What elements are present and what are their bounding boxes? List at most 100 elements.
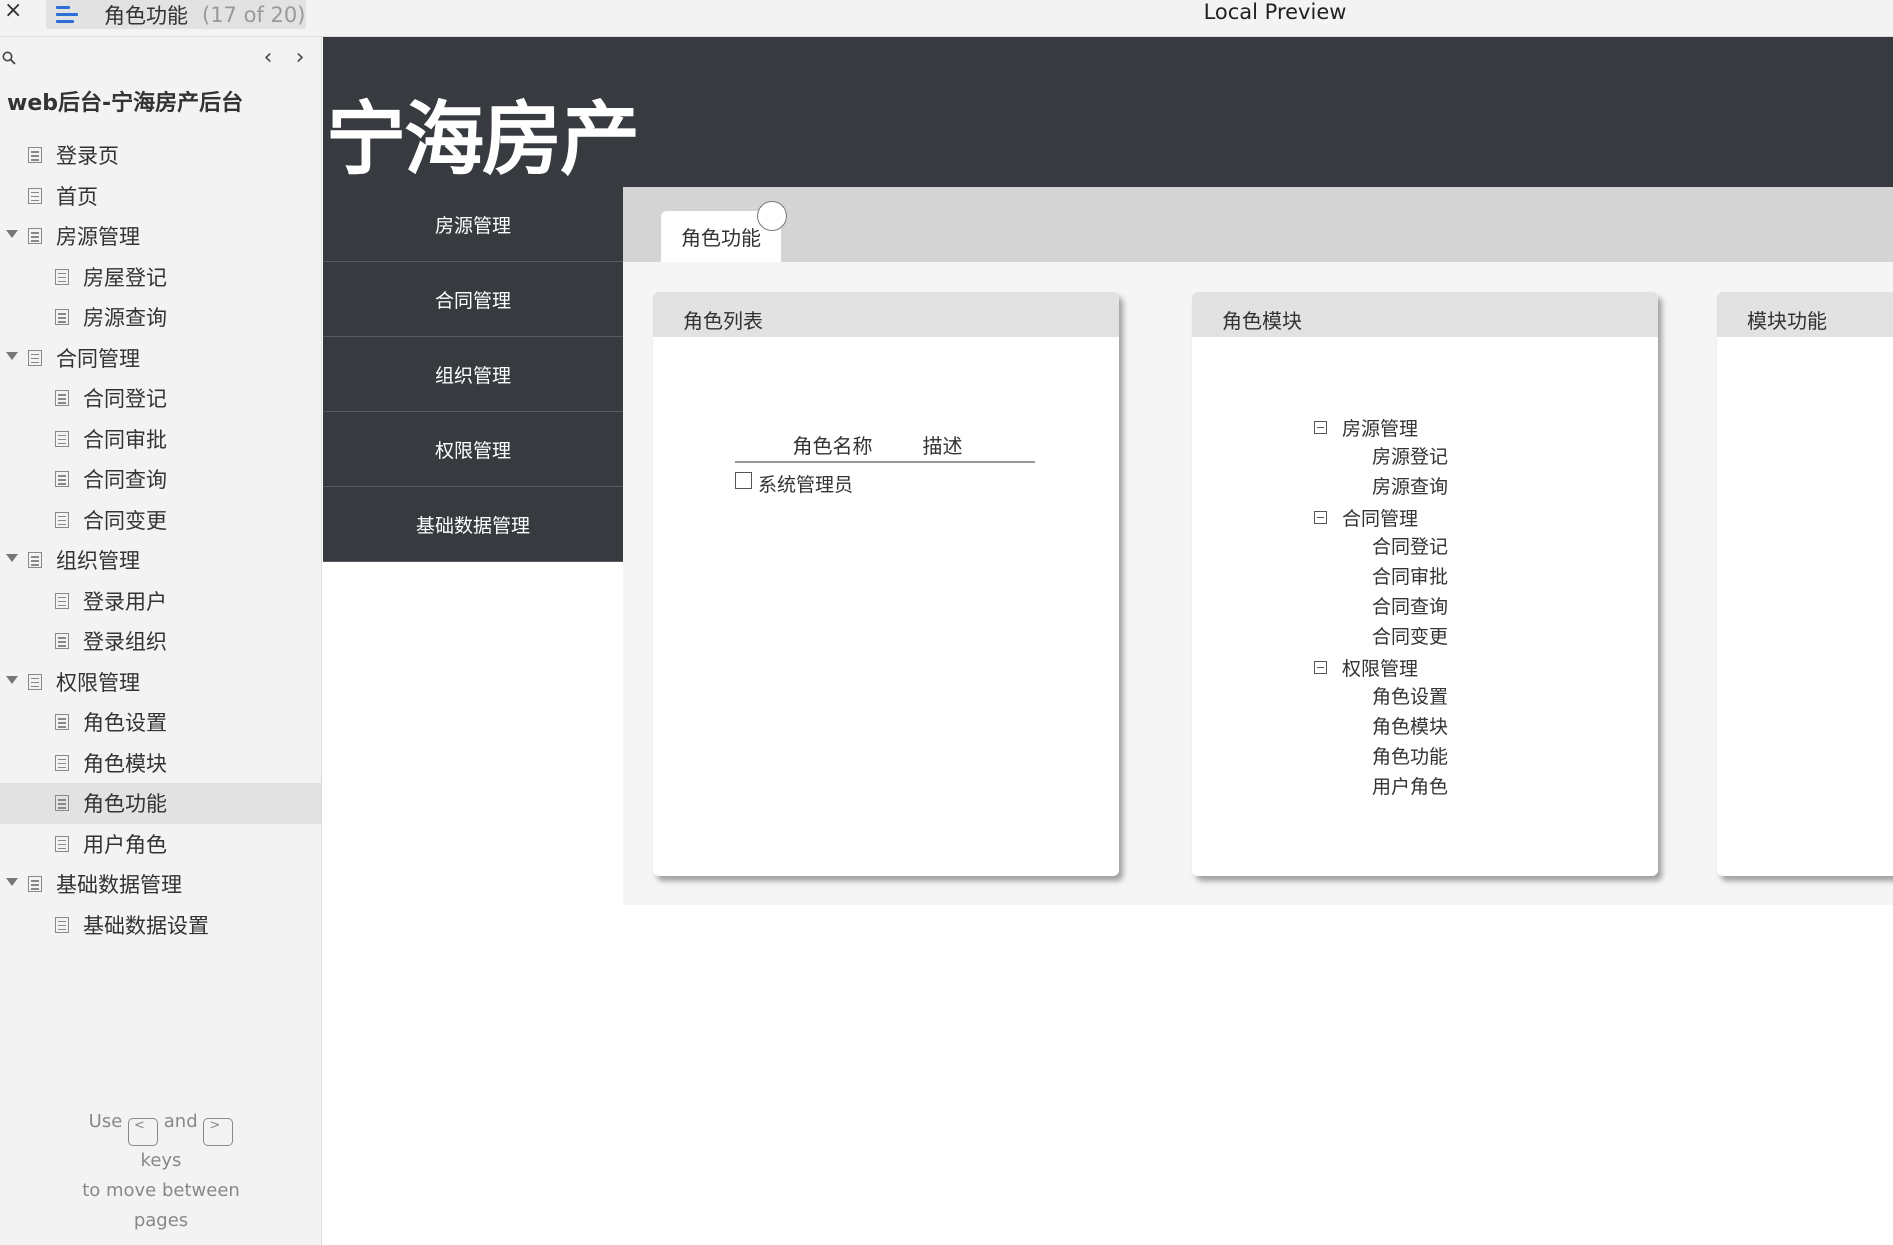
sidebar-item-label: 权限管理 — [56, 670, 140, 695]
table-row[interactable]: 系统管理员 — [735, 463, 1035, 503]
sidebar-item[interactable]: 用户角色 — [0, 824, 321, 865]
module-group[interactable]: 合同管理 — [1314, 502, 1448, 532]
sidebar-item-label: 登录组织 — [83, 630, 167, 655]
nav-item-basic-data[interactable]: 基础数据管理 — [323, 487, 623, 562]
sidebar-item[interactable]: 合同查询 — [0, 459, 321, 500]
tab-strip: 角色功能 — [623, 187, 1893, 262]
sidebar-item[interactable]: 房源管理 — [0, 216, 321, 257]
page-sidebar: ‹ › web后台-宁海房产后台 登录页首页房源管理房屋登记 房源查询合同管理合同… — [0, 37, 322, 1245]
keyboard-help: Use < and > keys to move between pages — [0, 1107, 322, 1236]
prev-page-button[interactable]: ‹ — [258, 47, 278, 71]
sidebar-item[interactable]: 房源查询 — [0, 297, 321, 338]
page-icon — [55, 633, 69, 650]
module-item[interactable]: 房源登记 — [1314, 442, 1448, 472]
help-text-and: and — [163, 1111, 198, 1132]
sidebar-item-label: 组织管理 — [56, 549, 140, 574]
module-item[interactable]: 角色模块 — [1314, 712, 1448, 742]
sidebar-item-label: 角色设置 — [83, 711, 167, 736]
expand-caret-icon[interactable] — [6, 230, 18, 238]
page-icon — [55, 471, 69, 488]
module-group-label: 合同管理 — [1342, 507, 1419, 530]
sidebar-item[interactable]: 权限管理 — [0, 662, 321, 703]
nav-item-permission[interactable]: 权限管理 — [323, 412, 623, 487]
sidebar-item[interactable]: 角色模块 — [0, 743, 321, 784]
role-list-panel: 角色列表 角色名称 描述 系统管理员 — [653, 292, 1119, 876]
module-function-panel: 模块功能 — [1717, 292, 1893, 876]
app-header: 宁海房产 — [323, 37, 1893, 187]
sidebar-item-label: 用户角色 — [83, 832, 167, 857]
page-icon — [28, 876, 42, 893]
content-area: 角色功能 角色列表 角色名称 描述 系统管理员 角色模块 房源管理 房源登记 房源查… — [623, 187, 1893, 905]
module-group[interactable]: 房源管理 — [1314, 412, 1448, 442]
help-text-line2: to move between — [82, 1180, 240, 1201]
expand-caret-icon[interactable] — [6, 675, 18, 684]
module-group[interactable]: 权限管理 — [1314, 652, 1448, 682]
sidebar-item[interactable]: 合同管理 — [0, 338, 321, 379]
sidebar-item-label: 基础数据管理 — [56, 873, 182, 898]
current-page-title: 角色功能 — [104, 3, 188, 28]
module-item[interactable]: 合同登记 — [1314, 532, 1448, 562]
page-icon — [55, 795, 69, 812]
sidebar-item[interactable]: 合同登记 — [0, 378, 321, 419]
page-icon — [55, 430, 69, 447]
sidebar-item[interactable]: 组织管理 — [0, 540, 321, 581]
sidebar-item[interactable]: 登录用户 — [0, 581, 321, 622]
module-item[interactable]: 角色设置 — [1314, 682, 1448, 712]
sidebar-search-row: ‹ › — [0, 37, 321, 85]
role-list-title: 角色列表 — [653, 292, 1119, 337]
module-item[interactable]: 用户角色 — [1314, 772, 1448, 802]
sidebar-item[interactable]: 合同变更 — [0, 500, 321, 541]
module-item[interactable]: 合同审批 — [1314, 562, 1448, 592]
collapse-icon[interactable] — [1314, 510, 1327, 524]
sidebar-item[interactable]: 角色设置 — [0, 702, 321, 743]
page-icon — [28, 228, 42, 245]
sidebar-item-label: 合同管理 — [56, 346, 140, 371]
sidebar-item[interactable]: 首页 — [0, 176, 321, 217]
prototype-canvas: 宁海房产 房源管理 合同管理 组织管理 权限管理 基础数据管理 角色功能 角色列… — [323, 37, 1893, 1245]
expand-caret-icon[interactable] — [6, 351, 18, 360]
sidebar-item[interactable]: 基础数据设置 — [0, 905, 321, 946]
role-module-panel: 角色模块 房源管理 房源登记 房源查询合同管理 合同登记 合同审批 合同查询 合同变更 权限管… — [1192, 292, 1658, 876]
nav-item-contract[interactable]: 合同管理 — [323, 262, 623, 337]
page-icon — [55, 309, 69, 326]
search-icon[interactable] — [2, 51, 16, 65]
sidebar-item-label: 登录页 — [56, 144, 119, 169]
sidebar-item-label: 合同查询 — [83, 468, 167, 493]
module-item[interactable]: 合同变更 — [1314, 622, 1448, 652]
sidebar-item[interactable]: 房屋登记 — [0, 257, 321, 298]
nav-item-listing[interactable]: 房源管理 — [323, 187, 623, 262]
page-icon — [55, 390, 69, 407]
sidebar-item-label: 合同登记 — [83, 387, 167, 412]
nav-item-org[interactable]: 组织管理 — [323, 337, 623, 412]
module-item[interactable]: 房源查询 — [1314, 472, 1448, 502]
page-tree: 登录页首页房源管理房屋登记 房源查询合同管理合同登记合同审批合同查询合同变更组织管… — [0, 135, 321, 945]
tab-close-icon[interactable] — [757, 201, 787, 231]
window-title: Local Preview — [1203, 0, 1347, 24]
project-title: web后台-宁海房产后台 — [7, 91, 244, 116]
page-icon — [55, 592, 69, 609]
expand-caret-icon[interactable] — [6, 554, 18, 562]
page-selector[interactable]: 角色功能 (17 of 20) — [46, 0, 306, 29]
module-item[interactable]: 角色功能 — [1314, 742, 1448, 772]
module-item[interactable]: 合同查询 — [1314, 592, 1448, 622]
sidebar-item[interactable]: 基础数据管理 — [0, 864, 321, 905]
expand-caret-icon[interactable] — [6, 878, 18, 886]
role-checkbox[interactable] — [735, 471, 752, 489]
page-icon — [28, 349, 42, 366]
page-icon — [55, 754, 69, 771]
page-icon — [28, 552, 42, 569]
next-page-button[interactable]: › — [290, 47, 310, 71]
collapse-icon[interactable] — [1314, 660, 1327, 674]
sidebar-item[interactable]: 登录页 — [0, 135, 321, 176]
sidebar-item-label: 角色模块 — [83, 751, 167, 776]
sidebar-item-label: 房源管理 — [56, 225, 140, 250]
page-icon — [55, 714, 69, 731]
sidebar-item[interactable]: 合同审批 — [0, 419, 321, 460]
sidebar-item[interactable]: 登录组织 — [0, 621, 321, 662]
sidebar-item[interactable]: 角色功能 — [0, 783, 321, 824]
close-button[interactable]: × — [4, 0, 24, 24]
app-nav-menu: 房源管理 合同管理 组织管理 权限管理 基础数据管理 — [323, 187, 623, 562]
sidebar-item-label: 角色功能 — [83, 792, 167, 817]
menu-icon[interactable] — [56, 4, 82, 26]
collapse-icon[interactable] — [1314, 420, 1327, 434]
